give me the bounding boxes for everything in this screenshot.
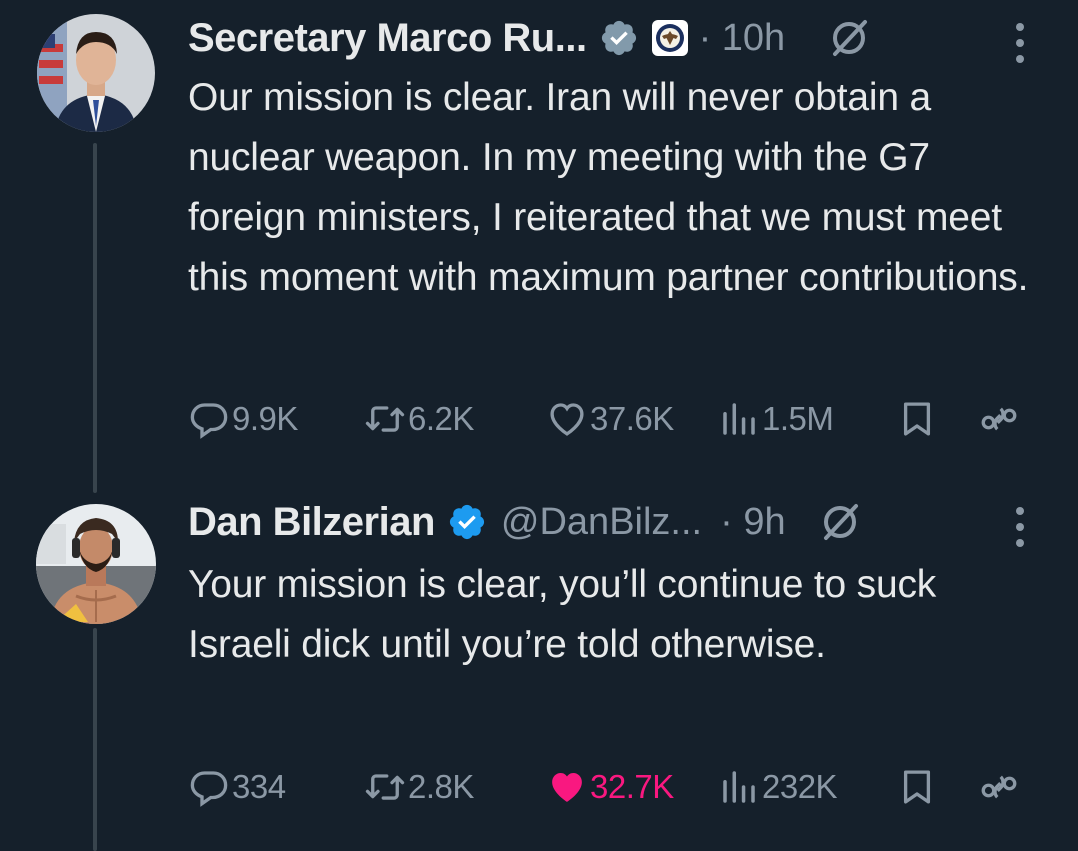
more-options-icon[interactable]	[1014, 21, 1026, 65]
like-button[interactable]: 32.7K	[546, 762, 674, 812]
verified-badge-icon[interactable]	[599, 18, 639, 58]
tweet-text: Our mission is clear. Iran will never ob…	[188, 76, 1029, 299]
reply-button[interactable]: 334	[188, 762, 286, 812]
verified-badge-icon[interactable]	[447, 502, 487, 542]
timestamp[interactable]: · 9h	[720, 501, 785, 544]
repost-icon	[365, 406, 405, 432]
repost-count: 6.2K	[408, 400, 474, 437]
reply-count: 9.9K	[232, 400, 298, 437]
bookmark-button[interactable]	[896, 394, 938, 444]
bookmark-icon	[903, 402, 931, 436]
views-icon	[723, 403, 755, 435]
reply-count: 334	[232, 768, 286, 805]
like-count: 37.6K	[590, 400, 674, 437]
thread-line	[93, 143, 97, 493]
like-count: 32.7K	[590, 768, 674, 805]
bookmark-icon	[903, 770, 931, 804]
author-name[interactable]: Dan Bilzerian	[188, 500, 435, 545]
tweet-text: Your mission is clear, you’ll continue t…	[188, 563, 937, 666]
author-name[interactable]: Secretary Marco Ru...	[188, 16, 587, 61]
tweet-actions: 9.9K 6.2K 37.6K 1.5M	[188, 394, 1028, 444]
avatar[interactable]	[37, 14, 155, 132]
repost-button[interactable]: 6.2K	[364, 394, 474, 444]
grok-icon[interactable]	[818, 500, 862, 544]
views-button[interactable]: 232K	[718, 762, 838, 812]
state-department-seal-icon	[651, 19, 689, 57]
heart-filled-icon	[552, 773, 582, 802]
repost-button[interactable]: 2.8K	[364, 762, 474, 812]
share-button[interactable]	[978, 762, 1020, 812]
share-icon	[981, 775, 1017, 799]
author-handle[interactable]: @DanBilz...	[501, 501, 702, 544]
more-options-icon[interactable]	[1014, 505, 1026, 549]
reply-button[interactable]: 9.9K	[188, 394, 298, 444]
views-icon	[723, 771, 755, 803]
like-button[interactable]: 37.6K	[546, 394, 674, 444]
timestamp[interactable]: · 10h	[699, 17, 786, 60]
views-count: 1.5M	[762, 400, 834, 437]
tweet-header: Secretary Marco Ru... · 10h	[188, 13, 871, 63]
grok-icon[interactable]	[827, 16, 871, 60]
reply-icon	[190, 403, 228, 439]
views-button[interactable]: 1.5M	[718, 394, 834, 444]
reply-icon	[190, 771, 228, 807]
share-button[interactable]	[978, 394, 1020, 444]
repost-icon	[365, 774, 405, 800]
thread-line	[93, 628, 97, 851]
avatar[interactable]	[36, 504, 156, 624]
bookmark-button[interactable]	[896, 762, 938, 812]
views-count: 232K	[762, 768, 838, 805]
tweet-actions: 334 2.8K 32.7K 232K	[188, 762, 1028, 812]
tweet-header: Dan Bilzerian @DanBilz... · 9h	[188, 497, 862, 547]
share-icon	[981, 407, 1017, 431]
repost-count: 2.8K	[408, 768, 474, 805]
heart-icon	[550, 403, 584, 436]
